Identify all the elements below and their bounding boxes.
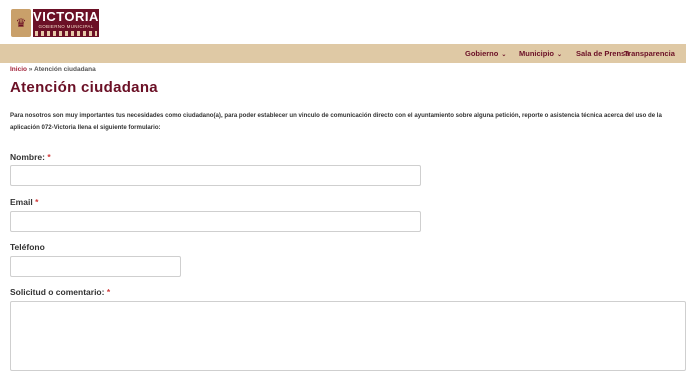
breadcrumb: Inicio » Atención ciudadana (10, 66, 96, 73)
nav-item-gobierno[interactable]: Gobierno ⌄ (465, 49, 506, 58)
nav-item-label: Gobierno (465, 49, 499, 58)
main-nav: Gobierno ⌄ Municipio ⌄ Sala de Prensa Tran… (0, 44, 686, 63)
nombre-input[interactable] (10, 165, 421, 186)
page-title: Atención ciudadana (10, 79, 158, 96)
required-mark: * (47, 152, 51, 162)
telefono-label: Teléfono (10, 242, 45, 252)
intro-text: Para nosotros son muy importantes tus ne… (10, 112, 662, 131)
nombre-label: Nombre: * (10, 152, 51, 162)
logo-name: VICTORIA (33, 9, 99, 24)
email-label: Email * (10, 197, 38, 207)
nombre-label-text: Nombre: (10, 152, 45, 162)
nav-item-label: Municipio (519, 49, 554, 58)
logo-brand: VICTORIA GOBIERNO MUNICIPAL (33, 9, 99, 37)
site-header: ♛ VICTORIA GOBIERNO MUNICIPAL (0, 0, 686, 44)
breadcrumb-home-link[interactable]: Inicio (10, 66, 27, 73)
solicitud-label-text: Solicitud o comentario: (10, 287, 105, 297)
telefono-input[interactable] (10, 256, 181, 277)
breadcrumb-current: Atención ciudadana (34, 66, 96, 73)
municipal-seal-icon: ♛ (11, 9, 31, 37)
email-input[interactable] (10, 211, 421, 232)
victoria-logo[interactable]: ♛ VICTORIA GOBIERNO MUNICIPAL (11, 9, 99, 37)
nav-item-municipio[interactable]: Municipio ⌄ (519, 49, 562, 58)
required-mark: * (106, 287, 111, 297)
nav-item-transparencia[interactable]: Transparencia (624, 49, 675, 58)
chevron-down-icon: ⌄ (501, 52, 507, 58)
logo-pattern (35, 31, 97, 36)
breadcrumb-separator: » (28, 66, 33, 73)
nav-item-sala-de-prensa[interactable]: Sala de Prensa (576, 49, 629, 58)
logo-subtitle: GOBIERNO MUNICIPAL (38, 24, 94, 29)
telefono-label-text: Teléfono (10, 242, 45, 252)
email-label-text: Email (10, 197, 33, 207)
chevron-down-icon: ⌄ (557, 52, 563, 58)
solicitud-label: Solicitud o comentario: * (10, 287, 110, 297)
solicitud-textarea[interactable] (10, 301, 686, 371)
required-mark: * (35, 197, 39, 207)
